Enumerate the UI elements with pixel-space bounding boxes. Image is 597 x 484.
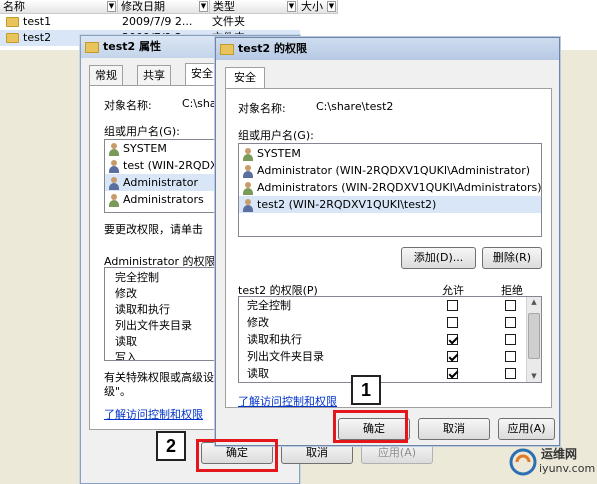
- folder-icon: [85, 42, 99, 53]
- watermark-domain: iyunv.com: [539, 462, 596, 475]
- dialog-title-bar[interactable]: test2 的权限: [216, 38, 559, 60]
- list-item-label: Administrator (WIN-2RQDXV1QUKI\Administr…: [257, 164, 531, 177]
- allow-checkbox[interactable]: [447, 317, 458, 328]
- remove-button[interactable]: 删除(R): [482, 247, 542, 269]
- apply-button[interactable]: 应用(A): [498, 418, 555, 440]
- allow-checkbox[interactable]: [447, 300, 458, 311]
- file-row[interactable]: test1 2009/7/9 2... 文件夹: [6, 14, 296, 30]
- user-icon: [242, 164, 254, 178]
- folder-icon: [220, 44, 234, 55]
- permission-row: 完全控制: [239, 297, 541, 314]
- tab-sharing[interactable]: 共享: [137, 65, 171, 85]
- chevron-down-icon[interactable]: ▼: [528, 372, 540, 382]
- column-name[interactable]: 名称 ▼: [0, 0, 118, 14]
- group-label: 组或用户名(G):: [104, 125, 180, 138]
- allow-checkbox[interactable]: [447, 334, 458, 345]
- column-date[interactable]: 修改日期 ▼: [118, 0, 210, 14]
- folder-icon: [6, 33, 19, 43]
- dialog-title: test2 的权限: [238, 42, 308, 55]
- deny-checkbox[interactable]: [505, 368, 516, 379]
- permission-row: 读取: [239, 365, 541, 382]
- object-name-label: 对象名称:: [238, 102, 286, 115]
- list-item-label: Administrator: [123, 176, 198, 189]
- cancel-button[interactable]: 取消: [418, 418, 490, 440]
- user-list[interactable]: SYSTEM Administrator (WIN-2RQDXV1QUKI\Ad…: [238, 143, 542, 237]
- tab-general[interactable]: 常规: [89, 65, 123, 85]
- permissions-list: 完全控制修改读取和执行列出文件夹目录 读取 ▲ ▼: [238, 296, 542, 383]
- user-group-icon: [108, 142, 120, 156]
- permission-name: 读取: [247, 367, 269, 380]
- permission-row: 读取和执行: [239, 331, 541, 348]
- scrollbar-thumb[interactable]: [528, 313, 540, 359]
- learn-access-link[interactable]: 了解访问控制和权限: [104, 406, 203, 422]
- list-item-label: Administrators: [123, 193, 204, 206]
- list-item-label: SYSTEM: [257, 147, 301, 160]
- watermark: 运维网 iyunv.com: [509, 444, 596, 480]
- watermark-text: 运维网: [541, 447, 578, 461]
- column-size-label: 大小: [301, 0, 323, 13]
- folder-icon: [6, 17, 19, 27]
- permission-name: 修改: [247, 316, 269, 329]
- list-item[interactable]: Administrator (WIN-2RQDXV1QUKI\Administr…: [239, 162, 541, 179]
- file-name: test1: [23, 15, 52, 28]
- tab-security[interactable]: 安全: [225, 67, 265, 89]
- chevron-down-icon[interactable]: ▼: [287, 1, 296, 12]
- permission-row: 修改: [239, 314, 541, 331]
- column-date-label: 修改日期: [121, 0, 165, 13]
- chevron-down-icon[interactable]: ▼: [327, 1, 336, 12]
- deny-checkbox[interactable]: [505, 317, 516, 328]
- object-name-value: C:\share\test2: [316, 100, 394, 113]
- permission-name: 完全控制: [247, 299, 291, 312]
- dialog-title: test2 属性: [103, 40, 162, 53]
- callout-one: 1: [351, 375, 381, 405]
- permissions-dialog: test2 的权限 安全 对象名称: C:\share\test2 组或用户名(…: [215, 37, 560, 446]
- list-item-label: Administrators (WIN-2RQDXV1QUKI\Administ…: [257, 181, 542, 194]
- file-name: test2: [23, 31, 52, 44]
- allow-checkbox[interactable]: [447, 368, 458, 379]
- column-type[interactable]: 类型 ▼: [210, 0, 298, 14]
- security-panel: 对象名称: C:\share\test2 组或用户名(G): SYSTEM Ad…: [225, 88, 552, 408]
- column-type-label: 类型: [213, 0, 235, 13]
- file-type: 文件夹: [212, 15, 245, 28]
- user-icon: [242, 198, 254, 212]
- permissions-scrollbar[interactable]: ▲ ▼: [526, 297, 541, 382]
- list-item[interactable]: Administrators (WIN-2RQDXV1QUKI\Administ…: [239, 179, 541, 196]
- deny-checkbox[interactable]: [505, 300, 516, 311]
- callout-two: 2: [156, 431, 186, 461]
- column-size[interactable]: 大小 ▼: [298, 0, 338, 14]
- user-group-icon: [108, 193, 120, 207]
- user-group-icon: [242, 147, 254, 161]
- user-icon: [108, 176, 120, 190]
- deny-checkbox[interactable]: [505, 334, 516, 345]
- add-button[interactable]: 添加(D)...: [401, 247, 476, 269]
- permission-name: 列出文件夹目录: [247, 350, 324, 363]
- allow-checkbox[interactable]: [447, 351, 458, 362]
- learn-access-link[interactable]: 了解访问控制和权限: [238, 393, 337, 409]
- list-item-label: SYSTEM: [123, 142, 167, 155]
- file-date: 2009/7/9 2...: [122, 15, 193, 28]
- list-item-label: test2 (WIN-2RQDXV1QUKI\test2): [257, 198, 437, 211]
- group-label: 组或用户名(G):: [238, 129, 314, 142]
- user-icon: [108, 159, 120, 173]
- permission-row: 列出文件夹目录: [239, 348, 541, 365]
- chevron-down-icon[interactable]: ▼: [107, 1, 116, 12]
- chevron-up-icon[interactable]: ▲: [528, 298, 540, 309]
- highlight-ok-front: [333, 410, 408, 443]
- object-name-label: 对象名称:: [104, 99, 152, 112]
- chevron-down-icon[interactable]: ▼: [199, 1, 208, 12]
- deny-checkbox[interactable]: [505, 351, 516, 362]
- change-hint: 要更改权限，请单击: [104, 223, 203, 236]
- list-item[interactable]: test2 (WIN-2RQDXV1QUKI\test2): [239, 196, 541, 213]
- list-item[interactable]: SYSTEM: [239, 145, 541, 162]
- permission-name: 读取和执行: [247, 333, 302, 346]
- user-group-icon: [242, 181, 254, 195]
- column-name-label: 名称: [3, 0, 25, 13]
- tab-security[interactable]: 安全: [185, 63, 219, 85]
- highlight-ok-back: [196, 439, 278, 472]
